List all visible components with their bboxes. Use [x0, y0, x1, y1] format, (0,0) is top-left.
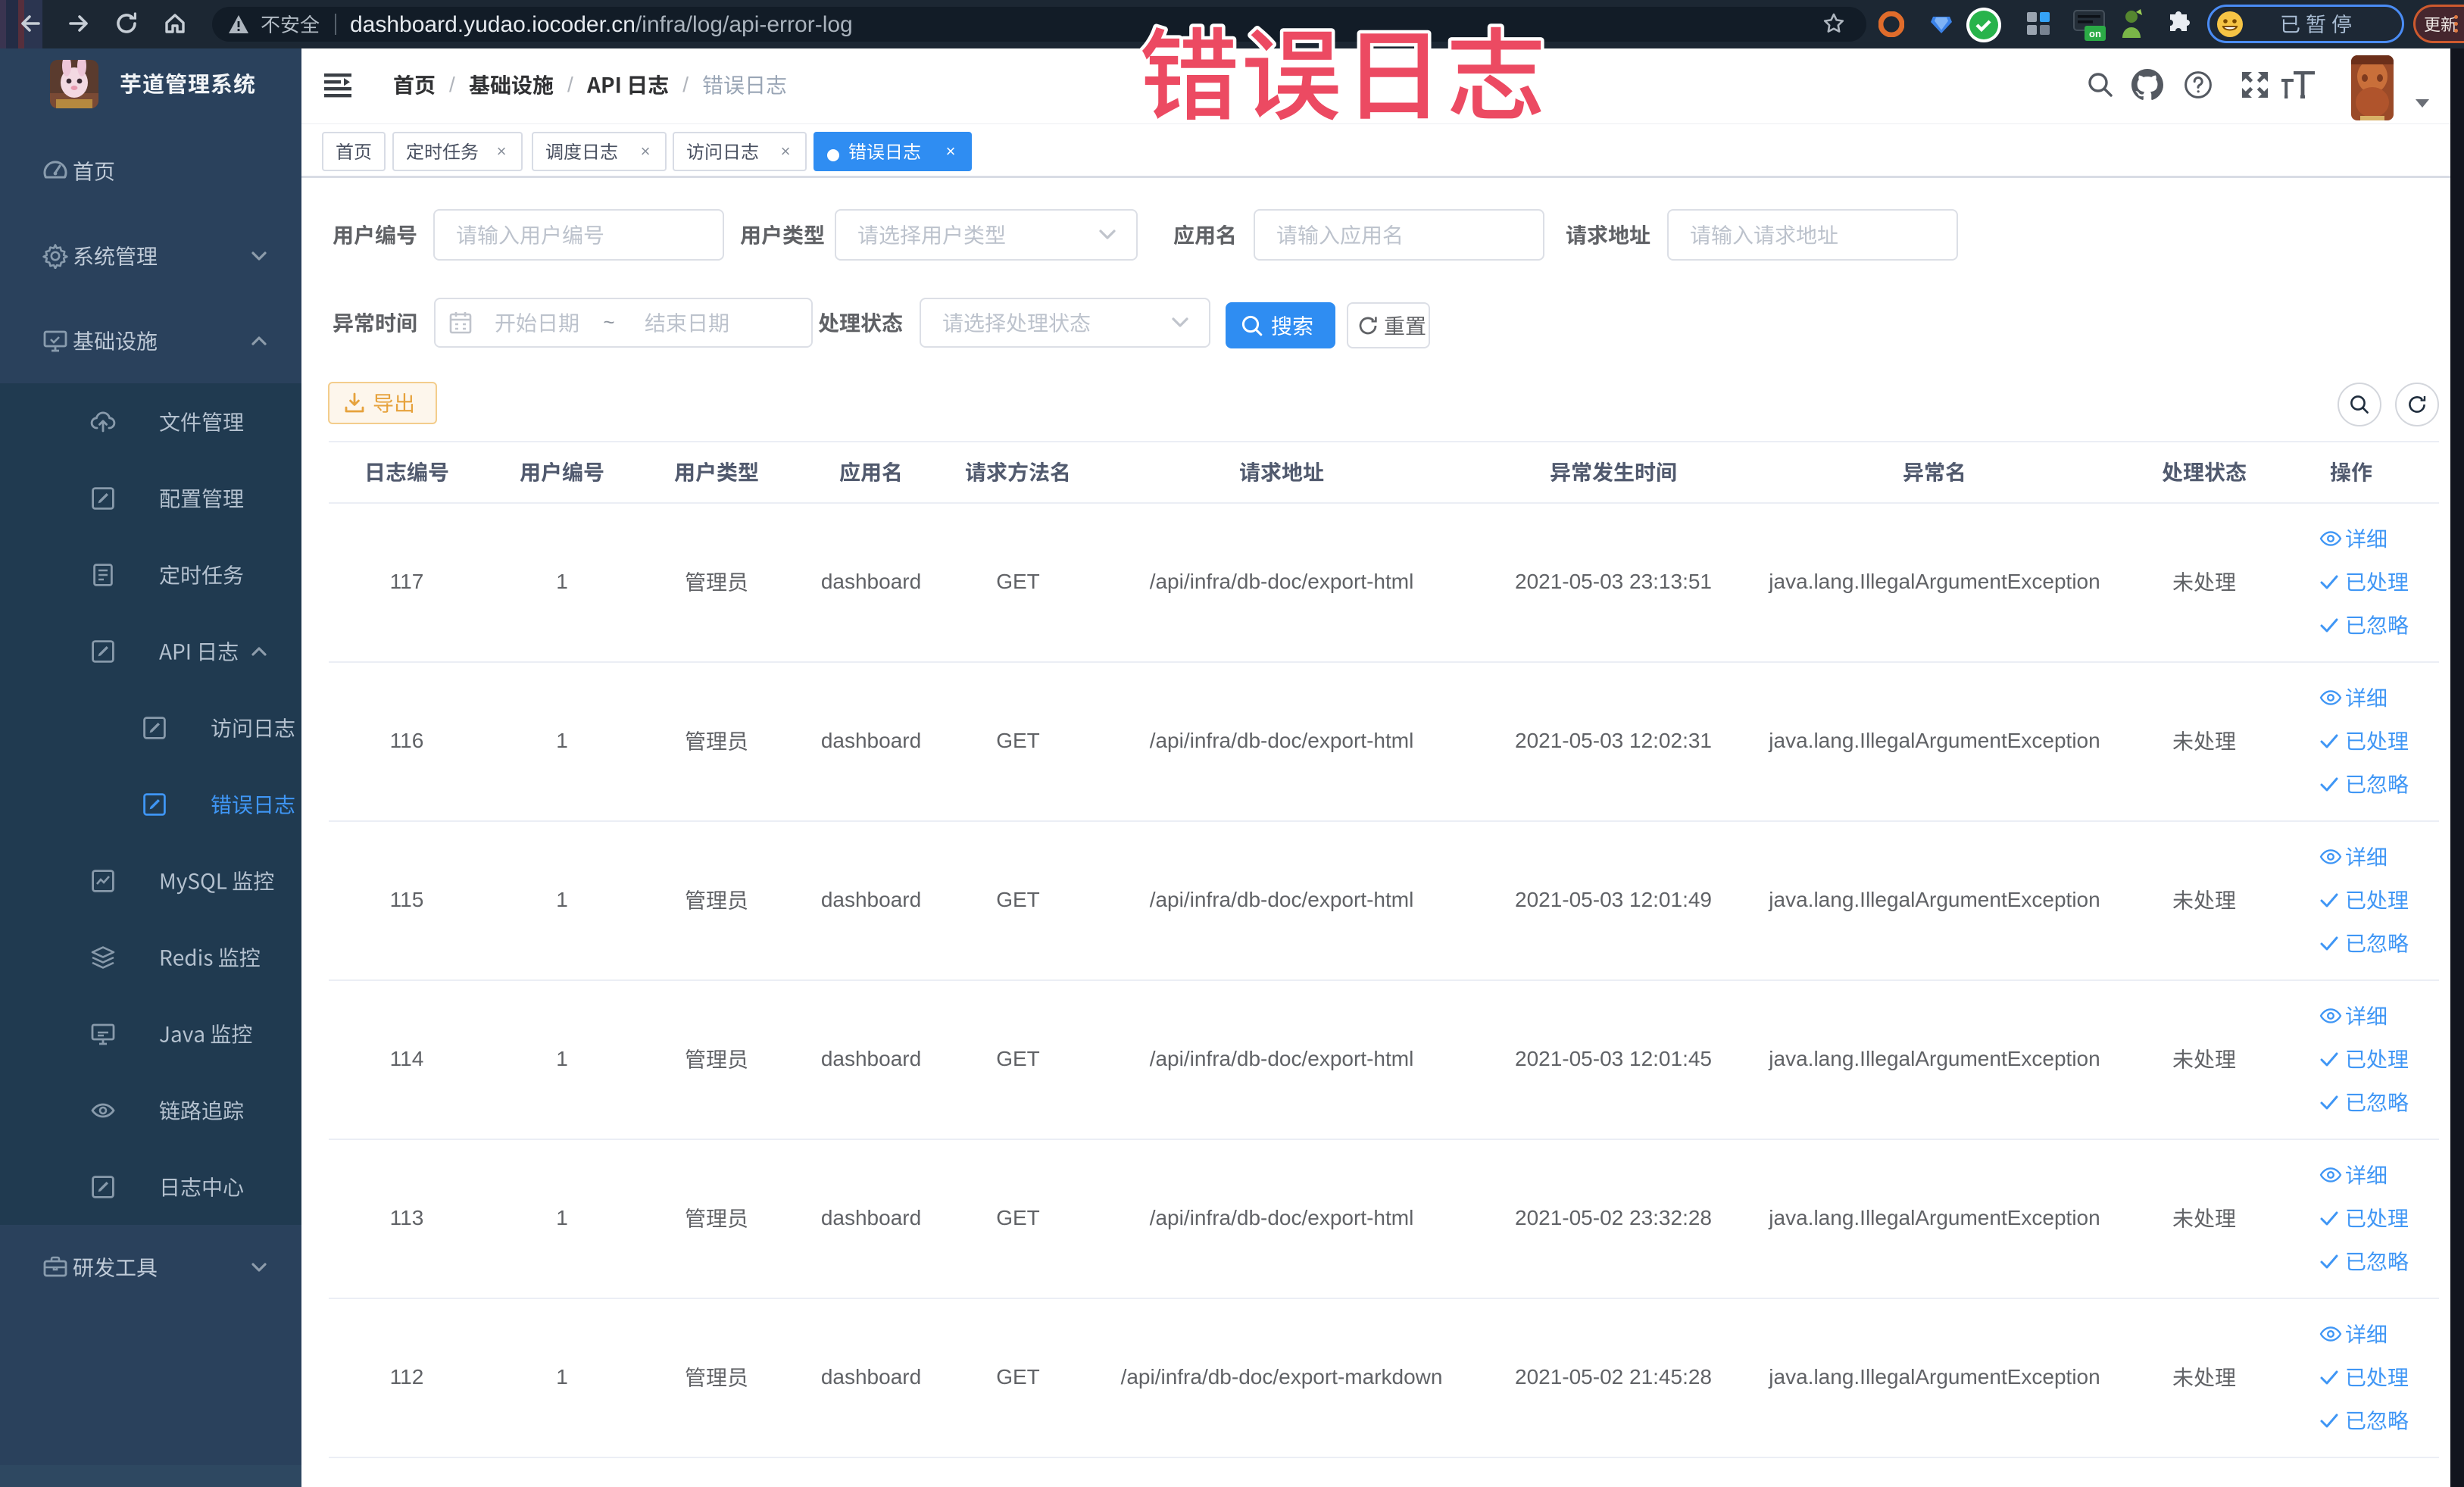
svg-text:on: on — [2089, 28, 2101, 39]
